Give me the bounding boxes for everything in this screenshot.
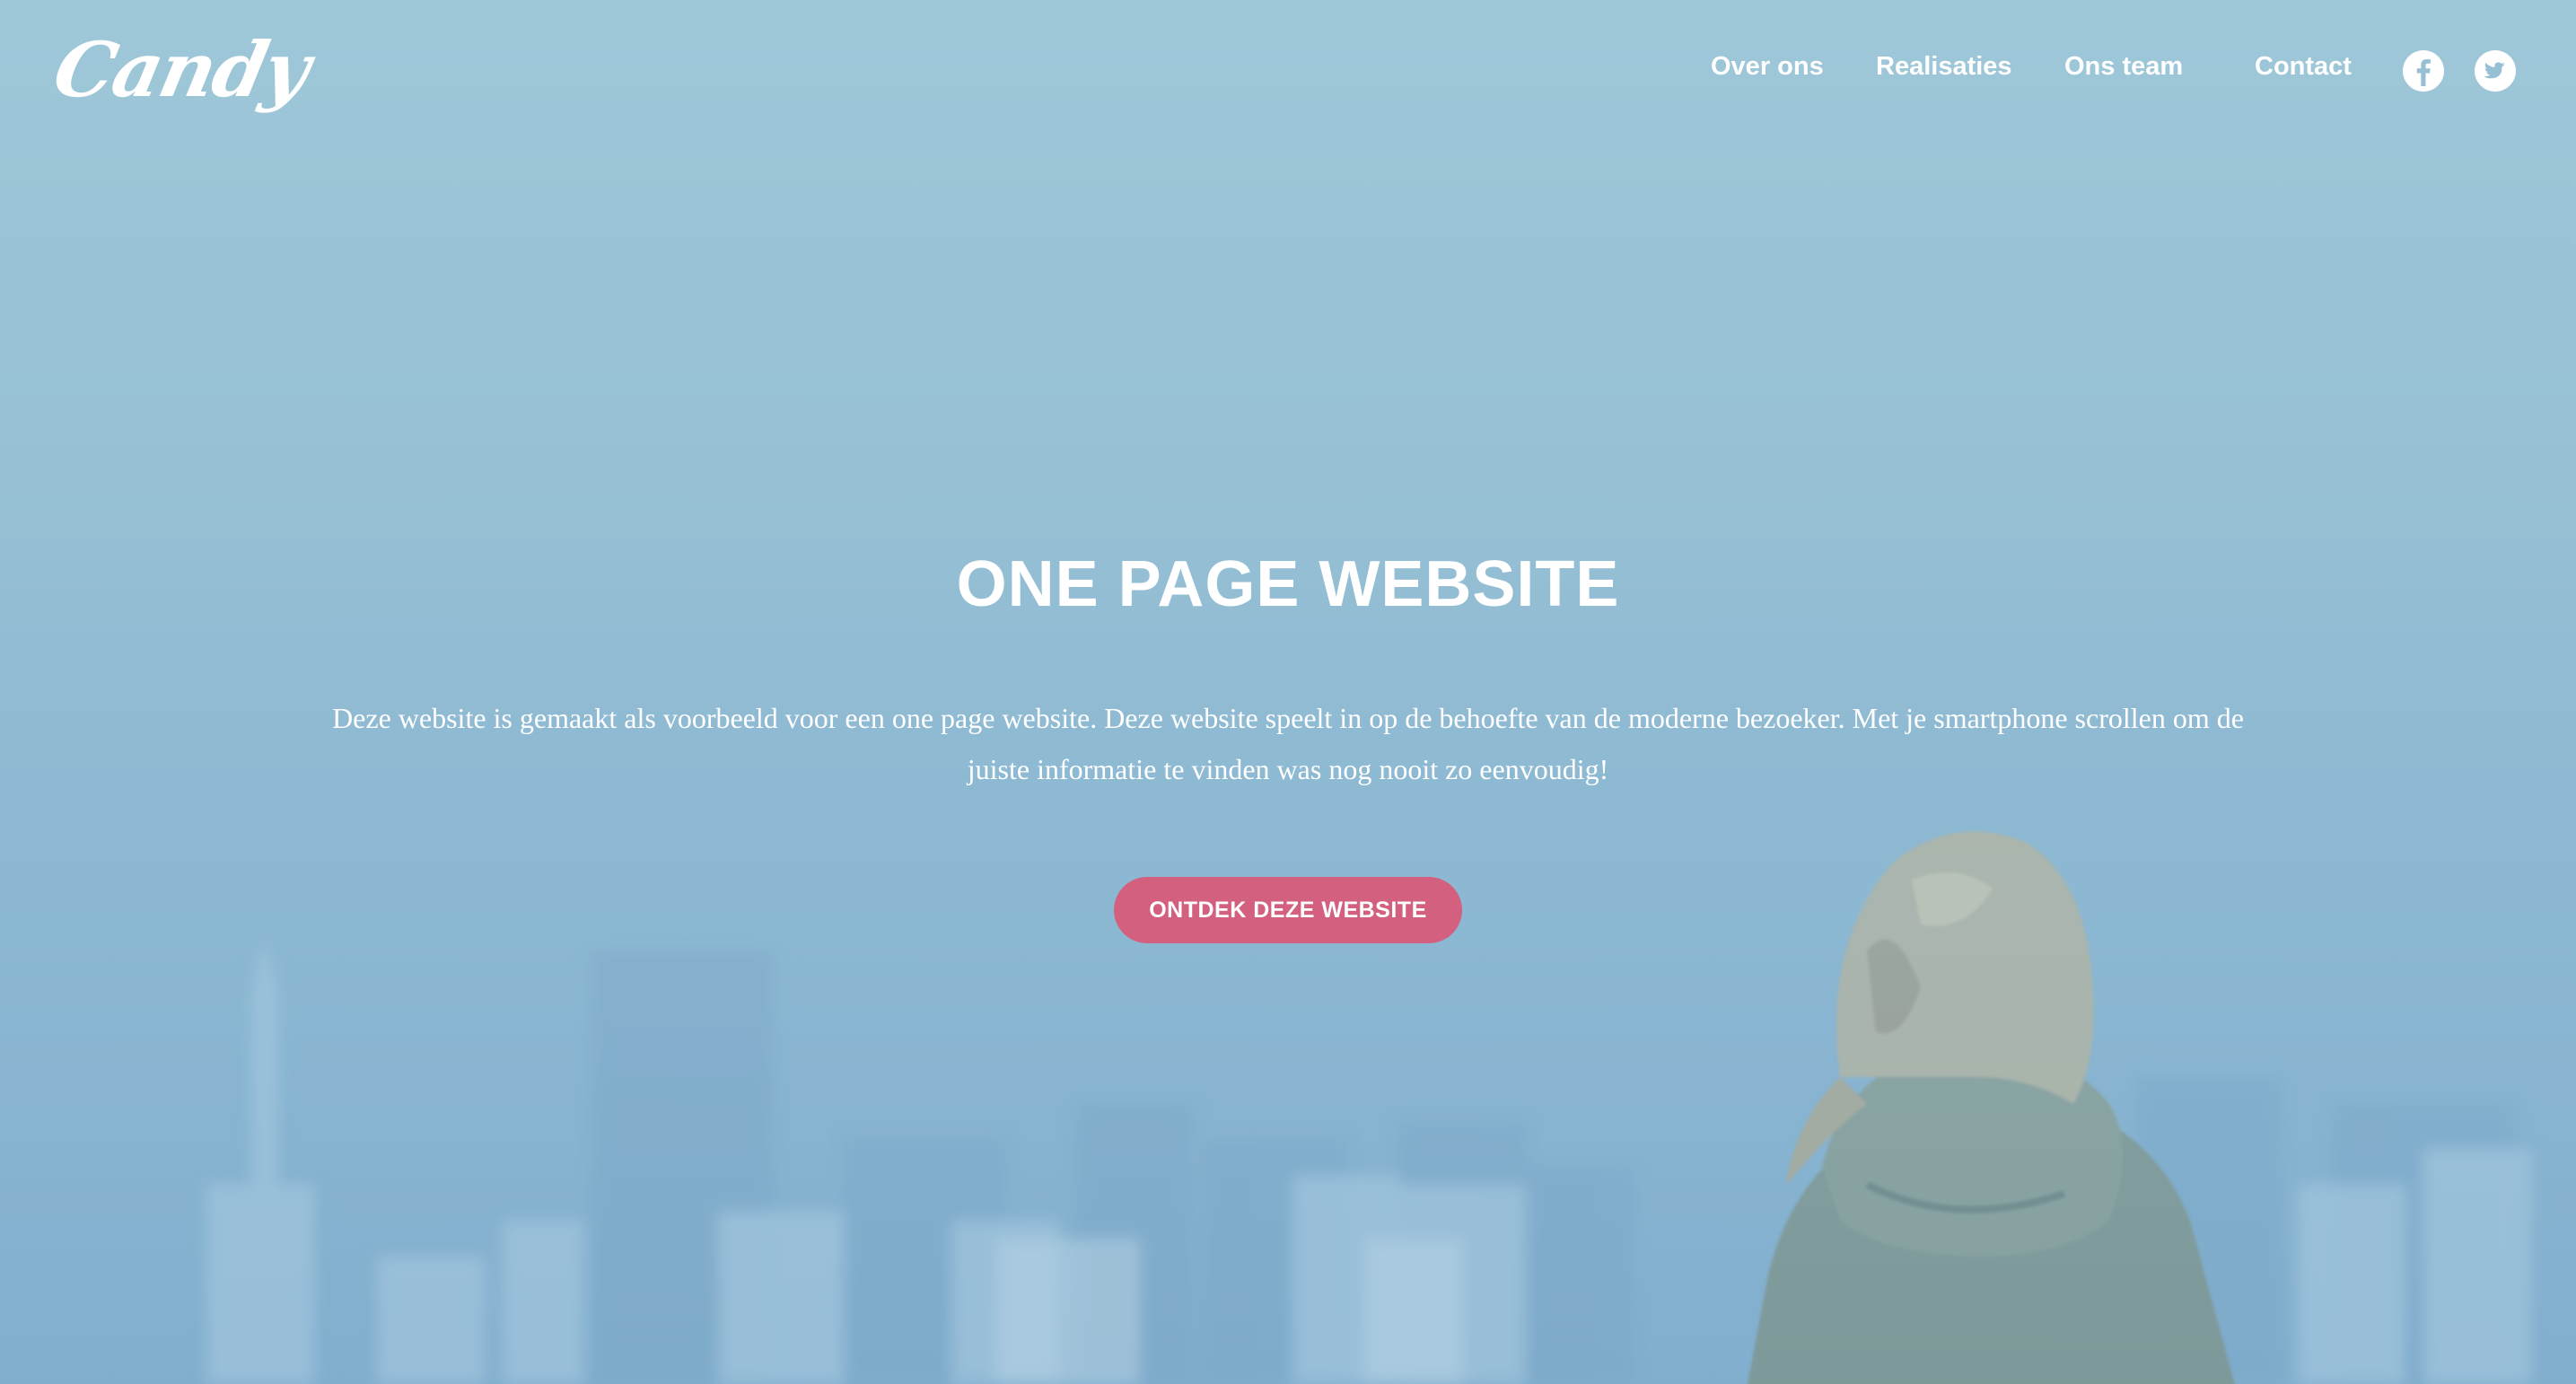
nav-item-ons-team[interactable]: Ons team	[2064, 52, 2183, 82]
discover-website-button[interactable]: ONTDEK DEZE WEBSITE	[1114, 877, 1462, 943]
main-menu: Over ons Realisaties Ons team Contact	[0, 52, 2576, 92]
nav-item-contact[interactable]: Contact	[2255, 52, 2352, 82]
facebook-icon[interactable]	[2403, 50, 2444, 92]
twitter-icon[interactable]	[2475, 50, 2516, 92]
top-navigation: Candy Over ons Realisaties Ons team Cont…	[0, 0, 2576, 144]
hero-description-line-1: Deze website is gemaakt als voorbeeld vo…	[332, 702, 2244, 734]
hero-background	[0, 0, 2576, 1384]
nav-item-over-ons[interactable]: Over ons	[1711, 52, 1824, 82]
page-title: ONE PAGE WEBSITE	[956, 548, 1620, 620]
hero-description: Deze website is gemaakt als voorbeeld vo…	[269, 693, 2307, 795]
nav-item-realisaties[interactable]: Realisaties	[1876, 52, 2012, 82]
hero-description-line-2: juiste informatie te vinden was nog nooi…	[967, 753, 1609, 785]
haze-overlay	[0, 539, 2576, 1384]
